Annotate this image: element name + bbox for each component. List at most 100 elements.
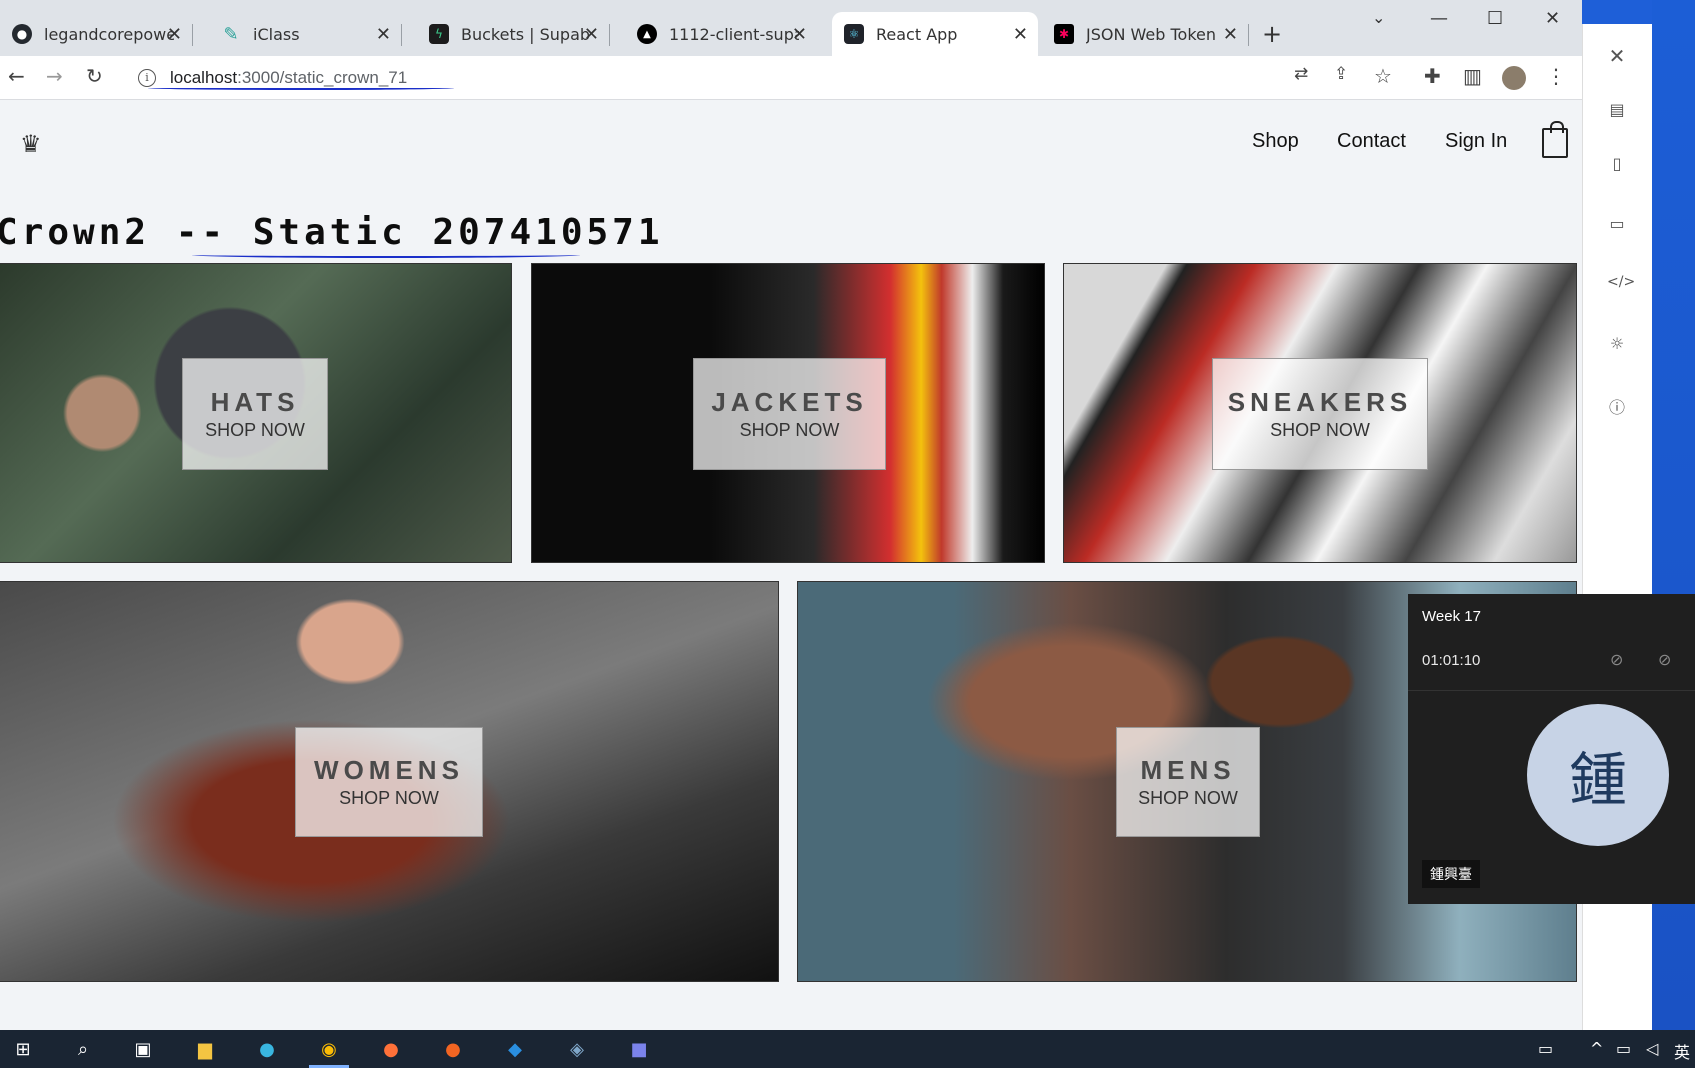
category-shop-now: SHOP NOW (739, 420, 840, 440)
nav-link-signin[interactable]: Sign In (1445, 130, 1507, 153)
meeting-overlay[interactable]: Week 17 01:01:10 ⊘ ⊘ 鍾 鍾興臺 (1408, 594, 1695, 904)
participant-name: 鍾興臺 (1422, 860, 1480, 888)
web-page: ♛ Shop Contact Sign In Crown2 -- Static … (0, 100, 1582, 1030)
page-title: Crown2 -- Static 207410571 (0, 212, 664, 253)
category-card-jackets[interactable]: JACKETS SHOP NOW (531, 263, 1045, 563)
tab-close-icon[interactable]: ✕ (167, 24, 182, 45)
category-label: HATS SHOP NOW (182, 358, 328, 470)
tab-title: 1112-client-supa- (669, 24, 799, 44)
windows-start-icon[interactable]: ⊞ (10, 1036, 36, 1062)
meeting-title: Week 17 (1422, 608, 1481, 625)
nav-link-contact[interactable]: Contact (1337, 130, 1406, 153)
video-off-icon[interactable]: ⊘ (1610, 650, 1623, 669)
search-icon[interactable]: ⌕ (70, 1036, 96, 1062)
category-card-hats[interactable]: HATS SHOP NOW (0, 263, 512, 563)
shopping-bag-icon[interactable] (1542, 121, 1568, 158)
tab-title: iClass (253, 24, 300, 44)
tab-separator (609, 24, 610, 46)
network-icon[interactable]: ▭ (1616, 1039, 1631, 1058)
category-card-sneakers[interactable]: SNEAKERS SHOP NOW (1063, 263, 1577, 563)
tab-react-app[interactable]: ⚛ React App ✕ (832, 12, 1038, 56)
vscode-icon[interactable]: ◆ (502, 1036, 528, 1062)
participant-avatar: 鍾 (1527, 704, 1669, 846)
tab-iclass[interactable]: ✎ iClass ✕ (209, 12, 402, 56)
tab-title: JSON Web Tokens (1086, 24, 1216, 44)
translate-icon[interactable]: ⇄ (1294, 64, 1308, 84)
reload-icon[interactable]: ↻ (86, 64, 103, 88)
postman-icon[interactable]: ● (440, 1036, 466, 1062)
category-shop-now: SHOP NOW (205, 420, 305, 440)
reading-list-icon[interactable]: ▤ (1607, 100, 1627, 120)
tab-supabase[interactable]: ϟ Buckets | Supabase ✕ (417, 12, 610, 56)
mic-off-icon[interactable]: ⊘ (1658, 650, 1671, 669)
close-icon[interactable]: ✕ (1607, 44, 1627, 68)
notifications-icon[interactable]: ▭ (1538, 1039, 1553, 1058)
jwt-icon: ✱ (1054, 24, 1074, 44)
react-icon: ⚛ (844, 24, 864, 44)
profile-avatar[interactable] (1502, 66, 1526, 90)
url-text: localhost:3000/static_crown_71 (170, 68, 407, 88)
tab-vercel[interactable]: ▲ 1112-client-supa- ✕ (625, 12, 817, 56)
tab-close-icon[interactable]: ✕ (376, 24, 391, 45)
maximize-icon[interactable]: ☐ (1487, 8, 1503, 29)
menu-dots-icon[interactable]: ⋮ (1546, 64, 1566, 88)
chrome-icon[interactable]: ◉ (316, 1036, 342, 1062)
extensions-puzzle-icon[interactable]: ✚ (1424, 64, 1441, 88)
github-icon: ● (12, 24, 32, 44)
bookmark-star-icon[interactable]: ☆ (1374, 64, 1392, 88)
ime-language-indicator[interactable]: 英 (1674, 1039, 1690, 1063)
url-host: localhost (170, 68, 238, 87)
share-icon[interactable]: ⇪ (1334, 64, 1348, 84)
category-shop-now: SHOP NOW (1270, 420, 1370, 440)
task-view-icon[interactable]: ▣ (130, 1036, 156, 1062)
teams-icon[interactable]: ■ (626, 1036, 652, 1062)
category-title: MENS (1140, 755, 1236, 785)
category-title: WOMENS (314, 755, 464, 785)
side-panel-icon[interactable]: ▥ (1463, 64, 1482, 88)
document-icon[interactable]: ▯ (1607, 154, 1627, 174)
tab-close-icon[interactable]: ✕ (792, 24, 807, 45)
iclass-icon: ✎ (223, 23, 239, 45)
annotation-underline (148, 86, 454, 90)
volume-icon[interactable]: ◁ (1646, 1039, 1658, 1058)
vercel-icon: ▲ (637, 24, 657, 44)
tab-separator (1248, 24, 1249, 46)
crown-logo-icon[interactable]: ♛ (20, 130, 42, 158)
firefox-icon[interactable]: ● (378, 1036, 404, 1062)
category-title: HATS (210, 387, 300, 417)
tab-strip: ● legandcorepower/ ✕ ✎ iClass ✕ ϟ Bucket… (0, 0, 1582, 56)
site-info-icon[interactable]: i (138, 69, 156, 87)
category-label: JACKETS SHOP NOW (693, 358, 886, 470)
nav-link-shop[interactable]: Shop (1252, 130, 1299, 153)
category-label: MENS SHOP NOW (1116, 727, 1260, 837)
info-icon[interactable]: ⓘ (1607, 394, 1627, 417)
minimize-icon[interactable]: — (1430, 8, 1448, 29)
file-explorer-icon[interactable]: ▆ (192, 1036, 218, 1062)
back-arrow-icon[interactable]: ← (8, 64, 25, 88)
forward-arrow-icon[interactable]: → (46, 64, 63, 88)
category-shop-now: SHOP NOW (1138, 788, 1238, 808)
category-shop-now: SHOP NOW (339, 788, 439, 808)
tab-search-chevron-icon[interactable]: ⌄ (1372, 8, 1385, 27)
comment-icon[interactable]: ▭ (1607, 214, 1627, 234)
tab-close-icon[interactable]: ✕ (1223, 24, 1238, 45)
supabase-icon: ϟ (429, 24, 449, 44)
tab-close-icon[interactable]: ✕ (584, 24, 599, 45)
lightbulb-icon[interactable]: ☼ (1607, 334, 1627, 354)
tab-github[interactable]: ● legandcorepower/ ✕ (0, 12, 193, 56)
category-label: SNEAKERS SHOP NOW (1212, 358, 1428, 470)
tab-jwt[interactable]: ✱ JSON Web Tokens ✕ (1042, 12, 1249, 56)
close-window-icon[interactable]: ✕ (1545, 8, 1560, 29)
new-tab-plus-icon[interactable]: + (1262, 20, 1282, 48)
tray-chevron-icon[interactable]: ^ (1590, 1039, 1603, 1058)
url-path: :3000/static_crown_71 (237, 68, 408, 87)
taskbar: ⊞ ⌕ ▣ ▆ ● ◉ ● ● ◆ ◈ ■ ▭ ^ ▭ ◁ 英 (0, 1030, 1695, 1068)
category-label: WOMENS SHOP NOW (295, 727, 483, 837)
code-icon[interactable]: </> (1607, 274, 1635, 294)
category-title: SNEAKERS (1227, 387, 1413, 417)
browser-toolbar: ← → ↻ i localhost:3000/static_crown_71 ⇄… (0, 56, 1582, 100)
edge-icon[interactable]: ● (254, 1036, 280, 1062)
category-card-womens[interactable]: WOMENS SHOP NOW (0, 581, 779, 982)
postgres-icon[interactable]: ◈ (564, 1036, 590, 1062)
tab-close-icon[interactable]: ✕ (1013, 24, 1028, 45)
